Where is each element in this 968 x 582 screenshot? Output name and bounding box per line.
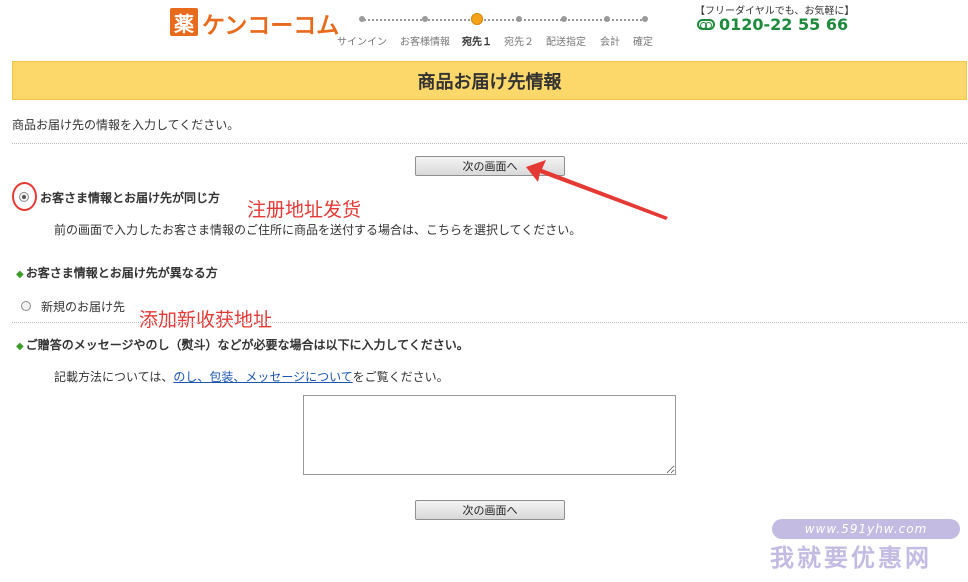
logo-text[interactable]: ケンコーコム	[202, 6, 339, 40]
phone-text: 0120-22 55 66	[719, 15, 849, 34]
step-label-delivery: 配送指定	[546, 37, 586, 48]
phone-number: 0120-22 55 66	[697, 15, 848, 34]
step-label-signin: サインイン	[337, 37, 387, 48]
step-label-address2: 宛先２	[504, 37, 534, 48]
different-address-heading-text: お客さま情報とお届け先が異なる方	[25, 266, 218, 280]
new-address-label[interactable]: 新規のお届け先	[41, 298, 125, 315]
diamond-icon: ◆	[16, 269, 24, 280]
gift-heading-text: ご贈答のメッセージやのし（熨斗）などが必要な場合は以下に入力してください。	[25, 338, 469, 352]
page-title-bar: 商品お届け先情報	[12, 61, 967, 100]
page-title: 商品お届け先情報	[417, 71, 562, 93]
watermark-name: 我就要优惠网	[770, 544, 932, 572]
step-label-confirm: 確定	[633, 37, 653, 48]
step-dot-delivery	[561, 16, 567, 22]
gift-note: 記載方法については、のし、包装、メッセージについてをご覧ください。	[54, 368, 449, 385]
step-dot-confirm	[642, 16, 648, 22]
gift-wrapping-link[interactable]: のし、包装、メッセージについて	[173, 370, 352, 384]
step-dot-address1	[471, 13, 483, 25]
gift-message-textarea[interactable]	[303, 395, 676, 475]
new-address-radio[interactable]	[21, 301, 31, 311]
logo-mark[interactable]: 薬	[170, 8, 198, 36]
same-address-label[interactable]: お客さま情報とお届け先が同じ方	[40, 189, 220, 206]
arrow-shape	[526, 160, 668, 220]
intro-text: 商品お届け先の情報を入力してください。	[12, 118, 240, 132]
watermark-url: www.591yhw.com	[772, 519, 960, 539]
step-dot-customer	[422, 16, 428, 22]
same-address-desc: 前の画面で入力したお客さま情報のご住所に商品を送付する場合は、こちらを選択してく…	[54, 223, 582, 237]
divider-top	[12, 143, 967, 144]
free-dial-icon	[697, 19, 715, 30]
step-label-customer: お客様情報	[400, 37, 450, 48]
annotation-circle	[12, 182, 37, 211]
step-label-address1: 宛先１	[462, 37, 492, 48]
step-dot-payment	[604, 16, 610, 22]
annotation-arrow	[526, 160, 668, 220]
different-address-heading: ◆ お客さま情報とお届け先が異なる方	[16, 264, 218, 281]
step-dot-address2	[516, 16, 522, 22]
diamond-icon: ◆	[16, 341, 24, 352]
annotation-add-new-address: 添加新收获地址	[139, 309, 273, 331]
step-label-payment: 会計	[600, 37, 620, 48]
gift-note-suffix: をご覧ください。	[352, 370, 449, 384]
gift-heading: ◆ ご贈答のメッセージやのし（熨斗）などが必要な場合は以下に入力してください。	[16, 336, 469, 353]
step-dot-signin	[359, 16, 365, 22]
next-button-bottom[interactable]: 次の画面へ	[415, 500, 565, 520]
divider-middle	[12, 322, 967, 323]
gift-note-prefix: 記載方法については、	[54, 370, 174, 384]
annotation-register-address: 注册地址发货	[247, 199, 362, 221]
